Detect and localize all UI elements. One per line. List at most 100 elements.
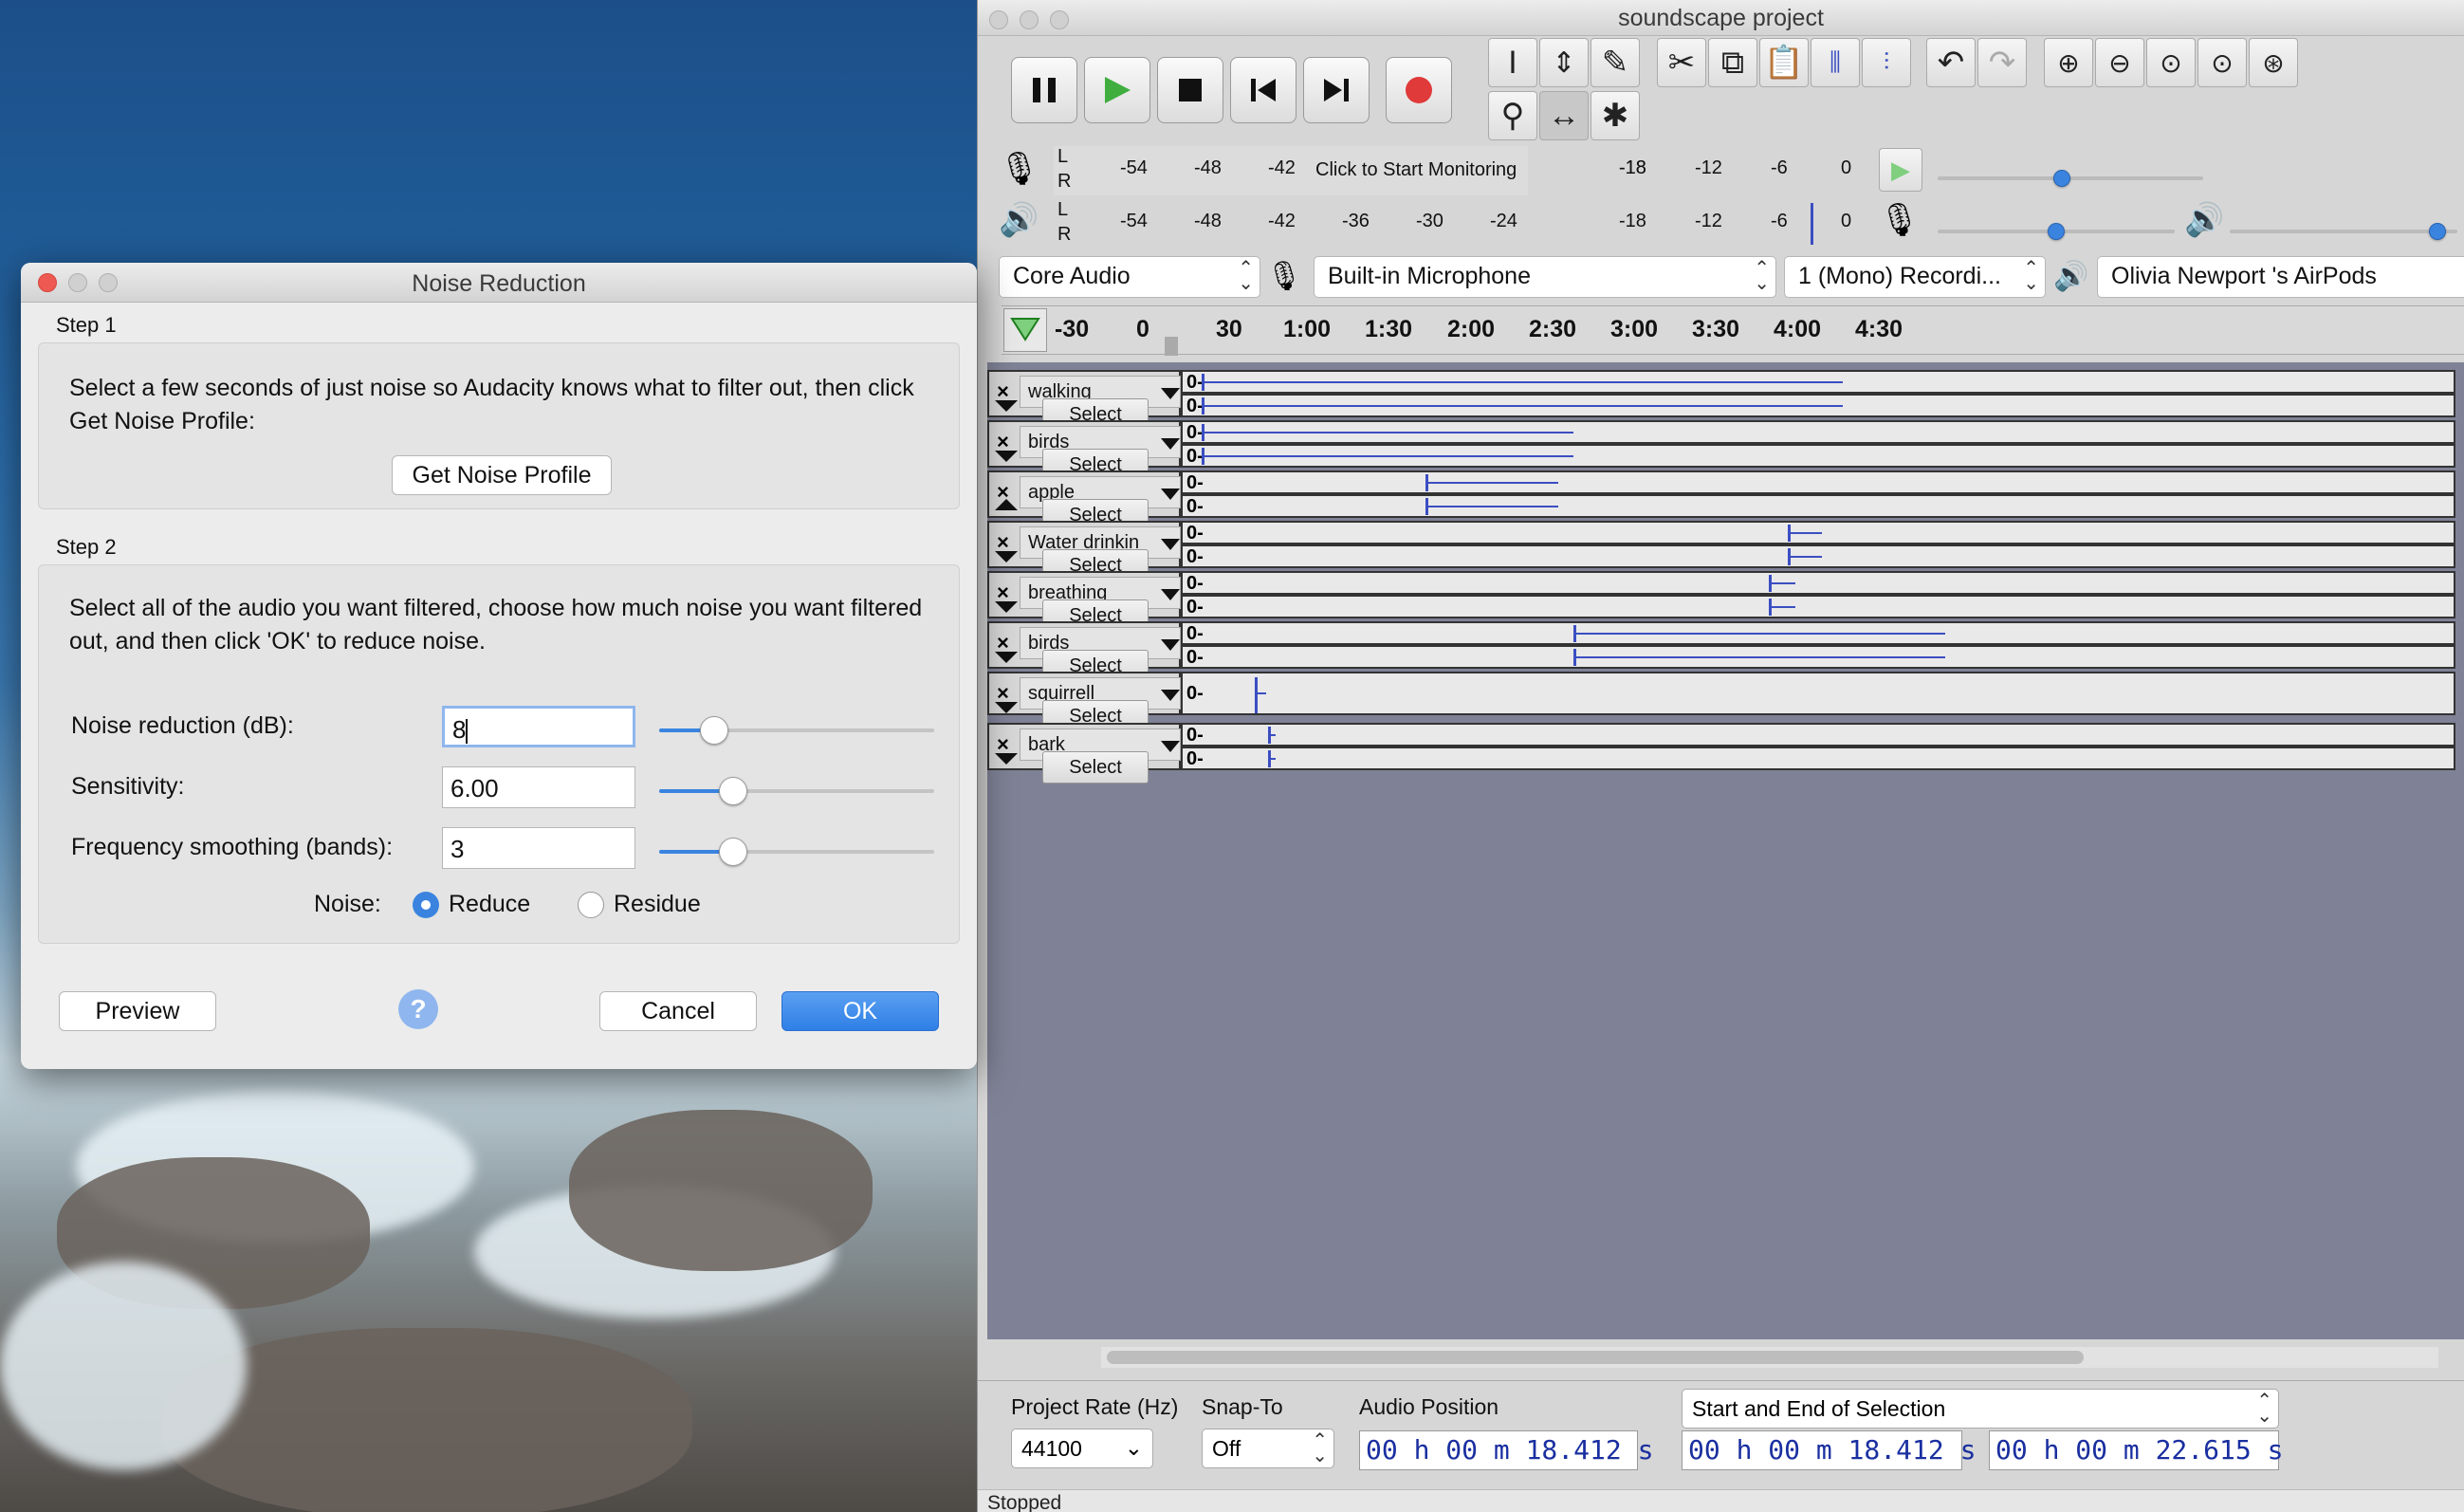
noise-reduction-input[interactable]: 8 bbox=[442, 706, 635, 747]
frequency-smoothing-slider[interactable] bbox=[659, 838, 934, 866]
selection-tool[interactable]: I bbox=[1488, 38, 1537, 87]
play-speed-slider[interactable] bbox=[1938, 170, 2203, 187]
waveform-channel[interactable]: 0- bbox=[1181, 645, 2455, 669]
waveform-channel[interactable]: 0- bbox=[1181, 621, 2455, 645]
playback-volume-knob[interactable] bbox=[2429, 223, 2446, 240]
zoom-in-button[interactable]: ⊕ bbox=[2044, 38, 2093, 87]
residue-label[interactable]: Residue bbox=[614, 888, 701, 921]
envelope-tool[interactable]: ⇕ bbox=[1539, 38, 1589, 87]
waveform-channel[interactable]: 0- bbox=[1181, 521, 2455, 544]
audio-track[interactable]: × apple Select 0- 0- bbox=[987, 470, 2455, 531]
cancel-button[interactable]: Cancel bbox=[599, 991, 757, 1031]
frequency-smoothing-input[interactable]: 3 bbox=[442, 827, 635, 869]
collapse-track-icon[interactable] bbox=[995, 400, 1018, 412]
audio-track[interactable]: × squirrell Select 0- bbox=[987, 672, 2455, 732]
pause-button[interactable] bbox=[1011, 57, 1077, 123]
snap-to-select[interactable]: Off ⌃ ⌄ bbox=[1202, 1429, 1334, 1468]
sensitivity-input[interactable]: 6.00 bbox=[442, 766, 635, 808]
stop-button[interactable] bbox=[1157, 57, 1223, 123]
project-rate-select[interactable]: 44100 ⌄ bbox=[1011, 1429, 1153, 1468]
collapse-track-icon[interactable] bbox=[995, 702, 1018, 713]
collapse-track-icon[interactable] bbox=[995, 753, 1018, 765]
selection-start-time[interactable]: 00 h 00 m 18.412 s bbox=[1682, 1430, 1976, 1470]
input-device-select[interactable]: Built-in Microphone ⌃ ⌄ bbox=[1314, 256, 1776, 298]
slider-knob[interactable] bbox=[719, 777, 748, 805]
collapse-track-icon[interactable] bbox=[995, 451, 1018, 462]
redo-button[interactable]: ↷ bbox=[1977, 38, 2027, 87]
draw-tool[interactable]: ✎ bbox=[1591, 38, 1640, 87]
record-meter[interactable]: L R -54 -48 -42 Click to Start Monitorin… bbox=[1054, 146, 1646, 195]
playback-volume-slider[interactable] bbox=[2230, 223, 2457, 240]
waveform-channel[interactable]: 0- bbox=[1181, 470, 2455, 494]
fit-project-button[interactable]: ⊙ bbox=[2197, 38, 2247, 87]
waveform-channel[interactable]: 0- bbox=[1181, 544, 2455, 568]
play-at-speed-button[interactable]: ▶ bbox=[1879, 148, 1922, 192]
collapse-track-icon[interactable] bbox=[995, 601, 1018, 613]
reduce-radio[interactable] bbox=[413, 892, 439, 918]
output-device-select[interactable]: Olivia Newport 's AirPods bbox=[2097, 256, 2464, 298]
paste-button[interactable]: 📋 bbox=[1759, 38, 1809, 87]
waveform-channel[interactable]: 0- bbox=[1181, 370, 2455, 394]
audio-track[interactable]: × birds Select 0- 0- bbox=[987, 621, 2455, 682]
audio-track[interactable]: × birds Select 0- 0- bbox=[987, 420, 2455, 481]
track-panel[interactable]: × walking Select 0- 0- × birds Select 0- 0- × apple… bbox=[987, 362, 2464, 1339]
input-channels-select[interactable]: 1 (Mono) Recordi... ⌃ ⌄ bbox=[1784, 256, 2046, 298]
skip-to-end-button[interactable] bbox=[1303, 57, 1370, 123]
audio-position-time[interactable]: 00 h 00 m 18.412 s bbox=[1359, 1430, 1653, 1470]
record-meter-icon[interactable]: 🎙 bbox=[999, 150, 1039, 188]
skip-to-start-button[interactable] bbox=[1230, 57, 1296, 123]
trim-button[interactable]: ⫼ bbox=[1811, 38, 1860, 87]
selection-end-time[interactable]: 00 h 00 m 22.615 s bbox=[1989, 1430, 2283, 1470]
scrollbar-thumb[interactable] bbox=[1107, 1351, 2084, 1364]
zoom-toggle-button[interactable]: ⊛ bbox=[2249, 38, 2298, 87]
fit-selection-button[interactable]: ⊙ bbox=[2146, 38, 2196, 87]
selection-mode-select[interactable]: Start and End of Selection ⌃ ⌄ bbox=[1682, 1389, 2279, 1429]
waveform-channel[interactable]: 0- bbox=[1181, 444, 2455, 468]
silence-button[interactable]: ⫶ bbox=[1862, 38, 1911, 87]
reduce-label[interactable]: Reduce bbox=[449, 888, 530, 921]
record-button[interactable] bbox=[1386, 57, 1452, 123]
waveform-channel[interactable]: 0- bbox=[1181, 672, 2455, 715]
sensitivity-slider[interactable] bbox=[659, 777, 934, 805]
zoom-tool[interactable]: ⚲ bbox=[1488, 91, 1537, 140]
waveform-channel[interactable]: 0- bbox=[1181, 394, 2455, 417]
copy-button[interactable]: ⧉ bbox=[1708, 38, 1757, 87]
recording-volume-knob[interactable] bbox=[2048, 223, 2065, 240]
audio-track[interactable]: × bark Select 0- 0- bbox=[987, 723, 2455, 784]
play-speed-knob[interactable] bbox=[2053, 170, 2070, 187]
residue-radio[interactable] bbox=[578, 892, 604, 918]
audio-track[interactable]: × breathing Select 0- 0- bbox=[987, 571, 2455, 632]
waveform-channel[interactable]: 0- bbox=[1181, 420, 2455, 444]
get-noise-profile-button[interactable]: Get Noise Profile bbox=[392, 455, 612, 495]
preview-button[interactable]: Preview bbox=[59, 991, 216, 1031]
track-select-button[interactable]: Select bbox=[1042, 751, 1149, 784]
collapse-track-icon[interactable] bbox=[995, 551, 1018, 562]
help-button[interactable]: ? bbox=[398, 989, 438, 1029]
slider-knob[interactable] bbox=[700, 716, 728, 745]
waveform-channel[interactable]: 0- bbox=[1181, 595, 2455, 618]
ok-button[interactable]: OK bbox=[781, 991, 939, 1031]
start-monitoring-label[interactable]: Click to Start Monitoring bbox=[1312, 159, 1521, 181]
time-shift-tool[interactable]: ↔ bbox=[1539, 91, 1589, 140]
zoom-out-button[interactable]: ⊖ bbox=[2095, 38, 2144, 87]
waveform-channel[interactable]: 0- bbox=[1181, 723, 2455, 747]
slider-knob[interactable] bbox=[719, 838, 748, 866]
multi-tool[interactable]: ✱ bbox=[1591, 91, 1640, 140]
audio-host-select[interactable]: Core Audio ⌃ ⌄ bbox=[999, 256, 1260, 298]
cut-button[interactable]: ✂ bbox=[1657, 38, 1706, 87]
audio-track[interactable]: × Water drinkin Select 0- 0- bbox=[987, 521, 2455, 581]
waveform-channel[interactable]: 0- bbox=[1181, 571, 2455, 595]
collapse-track-icon[interactable] bbox=[995, 652, 1018, 663]
horizontal-scrollbar[interactable] bbox=[1101, 1347, 2438, 1368]
playback-meter[interactable]: L R -54 -48 -42 -36 -30 -24 -18 -12 -6 0 bbox=[1054, 199, 1869, 249]
waveform-channel[interactable]: 0- bbox=[1181, 494, 2455, 518]
waveform-channel[interactable]: 0- bbox=[1181, 747, 2455, 770]
play-button[interactable] bbox=[1084, 57, 1150, 123]
timeline-ruler[interactable]: -30 0 30 1:00 1:30 2:00 2:30 3:00 3:30 4… bbox=[1002, 305, 2464, 356]
playback-meter-icon[interactable]: 🔊 bbox=[999, 201, 1039, 239]
expand-track-icon[interactable] bbox=[995, 499, 1018, 510]
play-head-triangle[interactable] bbox=[1003, 308, 1047, 352]
noise-reduction-slider[interactable] bbox=[659, 716, 934, 745]
recording-volume-slider[interactable] bbox=[1938, 223, 2175, 240]
audio-track[interactable]: × walking Select 0- 0- bbox=[987, 370, 2455, 431]
